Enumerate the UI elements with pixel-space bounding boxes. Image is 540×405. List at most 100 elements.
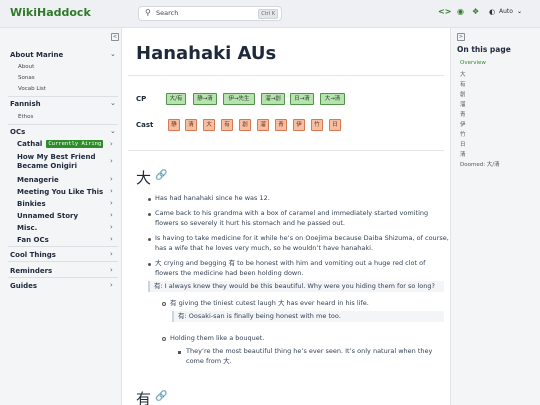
toc-item[interactable]: 清 bbox=[460, 150, 466, 158]
chevron-down-icon[interactable]: ⌄ bbox=[110, 99, 116, 107]
title-divider bbox=[128, 75, 444, 76]
top-bar: WikiHaddock ⚲ Search Ctrl K <> ◉ ❖ ◐ Aut… bbox=[0, 0, 540, 28]
chevron-down-icon[interactable]: ⌄ bbox=[110, 50, 116, 58]
toc-item[interactable]: 有 bbox=[460, 80, 466, 88]
chevron-right-icon[interactable]: › bbox=[110, 199, 113, 207]
sidebar-item-cool-things[interactable]: Cool Things bbox=[10, 251, 120, 259]
toc-item-overview[interactable]: Overview bbox=[460, 60, 486, 66]
list-item: Is having to take medicine for it while … bbox=[155, 234, 449, 242]
chevron-right-icon[interactable]: › bbox=[110, 157, 113, 165]
main-content: Hanahaki AUs CP 大/有 静→清 伊→先生 溜→創 日→清 大→清… bbox=[122, 28, 450, 405]
toc-item[interactable]: 竹 bbox=[460, 130, 466, 138]
cp-tag[interactable]: 大→清 bbox=[320, 93, 345, 105]
chevron-right-icon[interactable]: › bbox=[110, 211, 113, 219]
quote-text: 有: Oosaki-san is finally being honest wi… bbox=[178, 312, 341, 320]
search-icon: ⚲ bbox=[145, 8, 151, 17]
toc-item[interactable]: 溜 bbox=[460, 100, 466, 108]
sidebar-divider bbox=[8, 277, 118, 278]
sidebar-item-fannish[interactable]: Fannish bbox=[10, 100, 120, 108]
toc-item[interactable]: 創 bbox=[460, 90, 466, 98]
cast-tag[interactable]: 大 bbox=[203, 119, 215, 131]
sidebar-item-reminders[interactable]: Reminders bbox=[10, 267, 120, 275]
chevron-right-icon[interactable]: › bbox=[110, 266, 113, 274]
sidebar-item-cathal[interactable]: Cathal Currently Airing bbox=[17, 140, 117, 148]
cast-tag[interactable]: 静 bbox=[168, 119, 180, 131]
cast-tag[interactable]: 清 bbox=[185, 119, 197, 131]
cast-tag[interactable]: 日 bbox=[329, 119, 341, 131]
list-item: 大 crying and begging 有 to be honest with… bbox=[155, 259, 426, 267]
page-title: Hanahaki AUs bbox=[136, 43, 277, 64]
chevron-right-icon[interactable]: › bbox=[110, 223, 113, 231]
chevron-right-icon[interactable]: › bbox=[110, 187, 113, 195]
toc-item[interactable]: 大 bbox=[460, 70, 466, 78]
sub-bullet bbox=[162, 302, 166, 306]
chevron-right-icon[interactable]: › bbox=[110, 250, 113, 258]
chevron-right-icon[interactable]: › bbox=[110, 281, 113, 289]
sidebar-item-ethos[interactable]: Ethos bbox=[18, 114, 33, 120]
link-icon[interactable]: 🔗 bbox=[155, 391, 167, 402]
cp-tag[interactable]: 日→清 bbox=[290, 93, 314, 105]
site-title[interactable]: WikiHaddock bbox=[10, 6, 91, 19]
quote-text: 有: I always knew they would be this beau… bbox=[154, 282, 435, 290]
cast-label: Cast bbox=[136, 121, 154, 129]
toc-item[interactable]: Doomed: 大/清 bbox=[460, 160, 500, 168]
sidebar-divider bbox=[8, 124, 118, 125]
cast-tag[interactable]: 有 bbox=[221, 119, 233, 131]
sub-bullet bbox=[162, 337, 166, 341]
sidebar-divider bbox=[8, 96, 118, 97]
status-badge: Currently Airing bbox=[46, 140, 104, 148]
bluesky-icon[interactable]: ❖ bbox=[472, 7, 479, 16]
chevron-right-icon[interactable]: › bbox=[110, 175, 113, 183]
collapse-sidebar-button[interactable]: < bbox=[111, 33, 119, 41]
sidebar-item-about-marine[interactable]: About Marine bbox=[10, 51, 120, 59]
chevron-right-icon[interactable]: › bbox=[110, 140, 113, 148]
cp-label: CP bbox=[136, 95, 147, 103]
sidebar-divider bbox=[8, 246, 118, 247]
sidebar-item-ocs[interactable]: OCs bbox=[10, 128, 120, 136]
list-item-cont: come from 大. bbox=[186, 357, 232, 365]
sidebar-item-about[interactable]: About bbox=[18, 64, 34, 70]
sidebar: < About Marine ⌄ About Sonas Vocab List … bbox=[0, 28, 122, 405]
cp-tag[interactable]: 伊→先生 bbox=[223, 93, 255, 105]
cast-tag[interactable]: 竹 bbox=[311, 119, 323, 131]
sidebar-item-vocab-list[interactable]: Vocab List bbox=[18, 86, 46, 92]
bullet bbox=[148, 198, 151, 201]
sidebar-item-sonas[interactable]: Sonas bbox=[18, 75, 35, 81]
cast-tag[interactable]: 伊 bbox=[293, 119, 305, 131]
bullet bbox=[148, 263, 151, 266]
chevron-down-icon: ⌄ bbox=[517, 8, 523, 15]
section-divider bbox=[128, 150, 444, 151]
toc-item[interactable]: 青 bbox=[460, 110, 466, 118]
sidebar-divider bbox=[8, 261, 118, 262]
cast-tag[interactable]: 創 bbox=[239, 119, 251, 131]
list-item: Has had hanahaki since he was 12. bbox=[155, 194, 270, 202]
list-item-cont: has a wife that he loves very much, so h… bbox=[155, 244, 374, 252]
list-item-cont: flowers the medicine had been holding do… bbox=[155, 269, 304, 277]
table-of-contents: > On this page Overview 大 有 創 溜 青 伊 竹 日 … bbox=[450, 28, 540, 405]
toc-item[interactable]: 日 bbox=[460, 140, 466, 148]
cp-tag[interactable]: 大/有 bbox=[166, 93, 186, 105]
chevron-down-icon[interactable]: ⌄ bbox=[110, 127, 116, 135]
list-item: Came back to his grandma with a box of c… bbox=[155, 209, 429, 217]
bullet bbox=[148, 238, 151, 241]
toc-title: On this page bbox=[457, 45, 511, 54]
list-item: 有 giving the tiniest cutest laugh 大 has … bbox=[170, 299, 369, 307]
mastodon-icon[interactable]: ◉ bbox=[457, 7, 464, 16]
cast-tag[interactable]: 青 bbox=[275, 119, 287, 131]
chevron-right-icon[interactable]: › bbox=[110, 235, 113, 243]
contrast-icon[interactable]: ◐ bbox=[489, 8, 495, 16]
bullet bbox=[178, 351, 181, 354]
toc-item[interactable]: 伊 bbox=[460, 120, 466, 128]
theme-select[interactable]: Auto bbox=[499, 8, 513, 15]
collapse-toc-button[interactable]: > bbox=[457, 33, 465, 41]
cp-tag[interactable]: 溜→創 bbox=[261, 93, 285, 105]
link-icon[interactable]: 🔗 bbox=[155, 170, 167, 181]
search-placeholder: Search bbox=[156, 9, 179, 17]
search-input[interactable]: ⚲ Search Ctrl K bbox=[138, 6, 282, 21]
cast-tag[interactable]: 溜 bbox=[257, 119, 269, 131]
search-shortcut: Ctrl K bbox=[258, 9, 278, 19]
sidebar-item-guides[interactable]: Guides bbox=[10, 282, 120, 290]
code-icon[interactable]: <> bbox=[438, 7, 451, 16]
cp-tag[interactable]: 静→清 bbox=[193, 93, 217, 105]
list-item-cont: flowers so severely it hurt his stomach … bbox=[155, 219, 345, 227]
